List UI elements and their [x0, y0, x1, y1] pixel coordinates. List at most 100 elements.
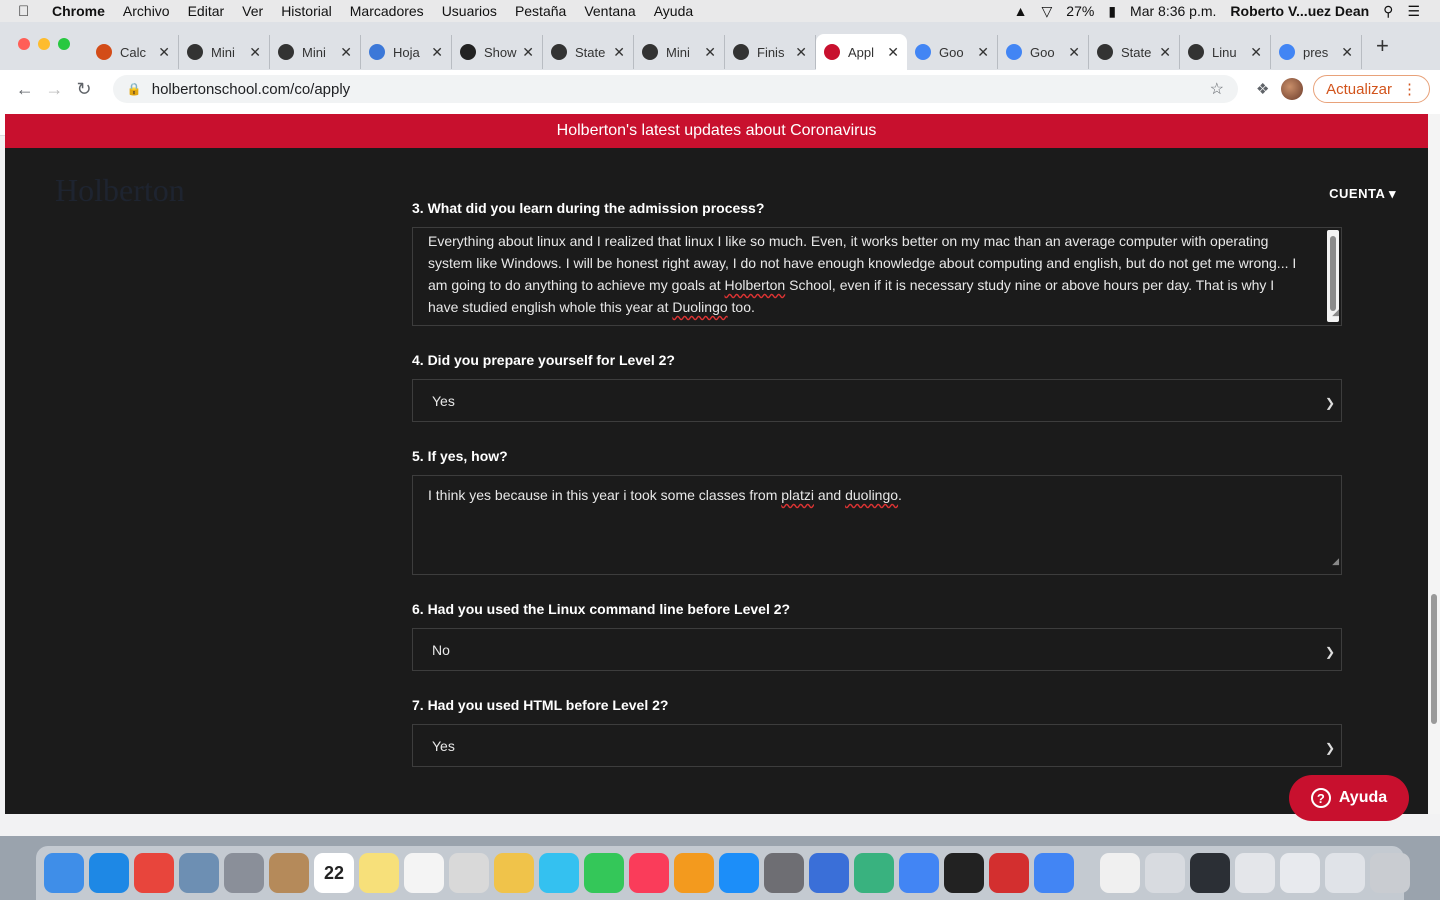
- close-tab-icon[interactable]: ✕: [431, 44, 443, 61]
- menu-pestana[interactable]: Pestaña: [515, 3, 566, 19]
- close-tab-icon[interactable]: ✕: [704, 44, 716, 61]
- menu-historial[interactable]: Historial: [281, 3, 332, 19]
- close-tab-icon[interactable]: ✕: [158, 44, 170, 61]
- menu-usuarios[interactable]: Usuarios: [442, 3, 497, 19]
- resize-handle-icon[interactable]: ◢: [1332, 550, 1339, 572]
- close-tab-icon[interactable]: ✕: [522, 44, 534, 61]
- dock-messages-icon[interactable]: [539, 853, 579, 893]
- dock-window-4-icon[interactable]: [1280, 853, 1320, 893]
- menu-ayuda[interactable]: Ayuda: [654, 3, 693, 19]
- tab[interactable]: Mini ✕: [179, 35, 270, 69]
- menu-marcadores[interactable]: Marcadores: [350, 3, 424, 19]
- cat-icon[interactable]: ▲: [1014, 3, 1028, 19]
- profile-avatar[interactable]: [1281, 78, 1304, 100]
- close-tab-icon[interactable]: ✕: [1250, 44, 1262, 61]
- tab[interactable]: Appl ✕: [816, 34, 907, 70]
- minimize-window-button[interactable]: [38, 38, 50, 50]
- reload-icon[interactable]: ↻: [69, 79, 99, 100]
- dock-finder-icon[interactable]: [44, 853, 84, 893]
- dock-notes-icon[interactable]: [359, 853, 399, 893]
- tab[interactable]: pres ✕: [1271, 35, 1362, 69]
- apple-icon[interactable]: : [18, 3, 38, 20]
- close-tab-icon[interactable]: ✕: [1159, 44, 1171, 61]
- new-tab-button[interactable]: +: [1376, 33, 1389, 59]
- extensions-icon[interactable]: ❖: [1256, 80, 1269, 98]
- close-tab-icon[interactable]: ✕: [613, 44, 625, 61]
- menu-app-name[interactable]: Chrome: [52, 3, 105, 19]
- close-window-button[interactable]: [18, 38, 30, 50]
- question-3-textarea[interactable]: Everything about linux and I realized th…: [412, 227, 1342, 326]
- bookmark-star-icon[interactable]: ☆: [1210, 79, 1224, 99]
- dock-window-3-icon[interactable]: [1235, 853, 1275, 893]
- dock-books-icon[interactable]: [674, 853, 714, 893]
- tab[interactable]: Calc ✕: [88, 35, 179, 69]
- dock-sublime-icon[interactable]: [809, 853, 849, 893]
- close-tab-icon[interactable]: ✕: [887, 44, 899, 61]
- wifi-icon[interactable]: ▽: [1042, 3, 1053, 20]
- control-center-icon[interactable]: ☰: [1407, 3, 1420, 20]
- dock-docs-icon[interactable]: [899, 853, 939, 893]
- resize-handle-icon[interactable]: ◢: [1332, 301, 1339, 323]
- user-menu[interactable]: Roberto V...uez Dean: [1230, 3, 1369, 19]
- tab[interactable]: Hoja ✕: [361, 35, 452, 69]
- back-icon[interactable]: ←: [10, 79, 40, 100]
- dock-trash-icon[interactable]: [1370, 853, 1410, 893]
- close-tab-icon[interactable]: ✕: [977, 44, 989, 61]
- tab[interactable]: State ✕: [543, 35, 634, 69]
- update-button[interactable]: Actualizar ⋮: [1313, 75, 1430, 103]
- dock-calendar-icon[interactable]: 22: [314, 853, 354, 893]
- dock-photos-icon[interactable]: [494, 853, 534, 893]
- dock-safari-icon[interactable]: [89, 853, 129, 893]
- tab[interactable]: State ✕: [1089, 35, 1180, 69]
- tab[interactable]: Mini ✕: [634, 35, 725, 69]
- close-tab-icon[interactable]: ✕: [249, 44, 261, 61]
- dock-chrome-icon[interactable]: [134, 853, 174, 893]
- dock-window-5-icon[interactable]: [1325, 853, 1365, 893]
- question-4-select[interactable]: Yes ❯: [412, 379, 1342, 422]
- question-5-textarea[interactable]: I think yes because in this year i took …: [412, 475, 1342, 575]
- close-tab-icon[interactable]: ✕: [340, 44, 352, 61]
- dock-file-icon[interactable]: [1100, 853, 1140, 893]
- dock-atom-icon[interactable]: [854, 853, 894, 893]
- zoom-window-button[interactable]: [58, 38, 70, 50]
- close-tab-icon[interactable]: ✕: [795, 44, 807, 61]
- dock-preview-icon[interactable]: [179, 853, 219, 893]
- dock-terminal-icon[interactable]: [944, 853, 984, 893]
- dock-window-1-icon[interactable]: [1145, 853, 1185, 893]
- dock-docs-2-icon[interactable]: [1034, 853, 1074, 893]
- tab[interactable]: Show ✕: [452, 35, 543, 69]
- tab[interactable]: Goo ✕: [907, 35, 998, 69]
- tab[interactable]: Mini ✕: [270, 35, 361, 69]
- forward-icon[interactable]: →: [40, 79, 70, 100]
- dock-app-store-icon[interactable]: [719, 853, 759, 893]
- dock-window-2-icon[interactable]: [1190, 853, 1230, 893]
- dock-system-preferences-icon[interactable]: [764, 853, 804, 893]
- dock-reminders-icon[interactable]: [404, 853, 444, 893]
- dock-contacts-icon[interactable]: [269, 853, 309, 893]
- dock-photo-booth-icon[interactable]: [449, 853, 489, 893]
- spotlight-icon[interactable]: ⚲: [1383, 3, 1393, 20]
- menu-ver[interactable]: Ver: [242, 3, 263, 19]
- tab[interactable]: Finis ✕: [725, 35, 816, 69]
- menu-ventana[interactable]: Ventana: [584, 3, 635, 19]
- help-button[interactable]: ? Ayuda: [1289, 775, 1409, 821]
- tab[interactable]: Goo ✕: [998, 35, 1089, 69]
- menu-editar[interactable]: Editar: [188, 3, 225, 19]
- clock[interactable]: Mar 8:36 p.m.: [1130, 3, 1216, 19]
- question-7-select[interactable]: Yes ❯: [412, 724, 1342, 767]
- question-6-select[interactable]: No ❯: [412, 628, 1342, 671]
- page-scrollbar[interactable]: [1428, 114, 1440, 814]
- dock-facetime-icon[interactable]: [584, 853, 624, 893]
- holberton-logo[interactable]: Holberton: [55, 172, 185, 209]
- close-tab-icon[interactable]: ✕: [1068, 44, 1080, 61]
- dock-launchpad-icon[interactable]: [224, 853, 264, 893]
- menu-archivo[interactable]: Archivo: [123, 3, 170, 19]
- dock-hexagon-app-icon[interactable]: [989, 853, 1029, 893]
- url-text[interactable]: holbertonschool.com/co/apply: [152, 81, 350, 98]
- address-bar[interactable]: 🔒 holbertonschool.com/co/apply ☆: [112, 75, 1238, 103]
- battery-icon[interactable]: ▮: [1108, 3, 1116, 20]
- battery-percent[interactable]: 27%: [1066, 3, 1094, 19]
- coronavirus-banner[interactable]: Holberton's latest updates about Coronav…: [5, 114, 1428, 148]
- lock-icon[interactable]: 🔒: [127, 82, 142, 96]
- close-tab-icon[interactable]: ✕: [1341, 44, 1353, 61]
